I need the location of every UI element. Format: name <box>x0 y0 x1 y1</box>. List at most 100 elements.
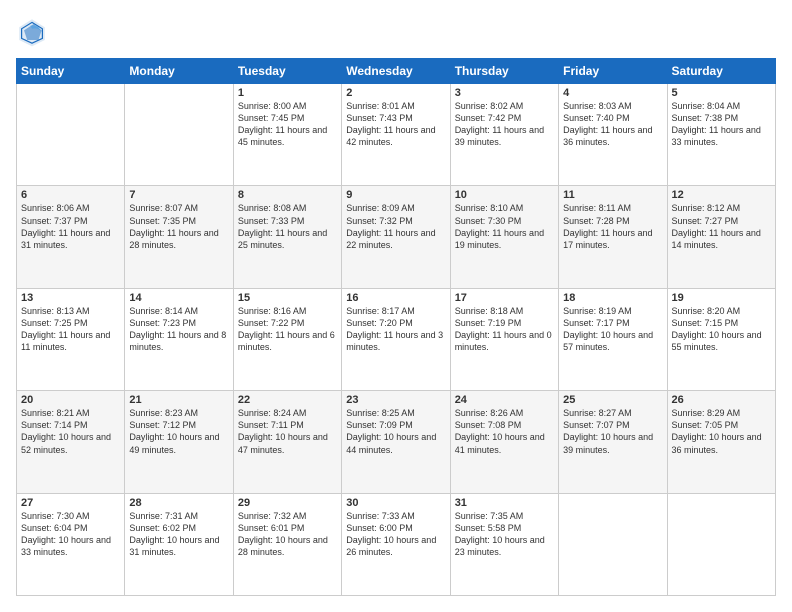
calendar-cell: 25Sunrise: 8:27 AM Sunset: 7:07 PM Dayli… <box>559 391 667 493</box>
day-number: 11 <box>563 189 662 201</box>
calendar-cell: 13Sunrise: 8:13 AM Sunset: 7:25 PM Dayli… <box>17 288 125 390</box>
day-number: 14 <box>129 292 228 304</box>
day-info: Sunrise: 8:19 AM Sunset: 7:17 PM Dayligh… <box>563 305 662 354</box>
day-info: Sunrise: 7:31 AM Sunset: 6:02 PM Dayligh… <box>129 510 228 559</box>
week-row-1: 1Sunrise: 8:00 AM Sunset: 7:45 PM Daylig… <box>17 84 776 186</box>
day-info: Sunrise: 7:33 AM Sunset: 6:00 PM Dayligh… <box>346 510 445 559</box>
calendar-cell: 10Sunrise: 8:10 AM Sunset: 7:30 PM Dayli… <box>450 186 558 288</box>
day-number: 19 <box>672 292 771 304</box>
day-number: 6 <box>21 189 120 201</box>
calendar-cell: 30Sunrise: 7:33 AM Sunset: 6:00 PM Dayli… <box>342 493 450 595</box>
day-info: Sunrise: 8:27 AM Sunset: 7:07 PM Dayligh… <box>563 407 662 456</box>
calendar-cell: 17Sunrise: 8:18 AM Sunset: 7:19 PM Dayli… <box>450 288 558 390</box>
calendar-cell: 26Sunrise: 8:29 AM Sunset: 7:05 PM Dayli… <box>667 391 775 493</box>
calendar-cell: 3Sunrise: 8:02 AM Sunset: 7:42 PM Daylig… <box>450 84 558 186</box>
calendar-cell: 9Sunrise: 8:09 AM Sunset: 7:32 PM Daylig… <box>342 186 450 288</box>
day-number: 13 <box>21 292 120 304</box>
calendar-cell: 2Sunrise: 8:01 AM Sunset: 7:43 PM Daylig… <box>342 84 450 186</box>
calendar-cell: 14Sunrise: 8:14 AM Sunset: 7:23 PM Dayli… <box>125 288 233 390</box>
calendar-cell: 5Sunrise: 8:04 AM Sunset: 7:38 PM Daylig… <box>667 84 775 186</box>
calendar-cell <box>559 493 667 595</box>
calendar-cell <box>125 84 233 186</box>
day-info: Sunrise: 8:06 AM Sunset: 7:37 PM Dayligh… <box>21 202 120 251</box>
day-number: 24 <box>455 394 554 406</box>
calendar-cell: 6Sunrise: 8:06 AM Sunset: 7:37 PM Daylig… <box>17 186 125 288</box>
calendar-cell: 12Sunrise: 8:12 AM Sunset: 7:27 PM Dayli… <box>667 186 775 288</box>
day-number: 29 <box>238 497 337 509</box>
day-info: Sunrise: 7:32 AM Sunset: 6:01 PM Dayligh… <box>238 510 337 559</box>
calendar-cell: 7Sunrise: 8:07 AM Sunset: 7:35 PM Daylig… <box>125 186 233 288</box>
day-number: 22 <box>238 394 337 406</box>
day-info: Sunrise: 8:23 AM Sunset: 7:12 PM Dayligh… <box>129 407 228 456</box>
week-row-2: 6Sunrise: 8:06 AM Sunset: 7:37 PM Daylig… <box>17 186 776 288</box>
day-info: Sunrise: 8:00 AM Sunset: 7:45 PM Dayligh… <box>238 100 337 149</box>
day-number: 2 <box>346 87 445 99</box>
header-cell-sunday: Sunday <box>17 59 125 84</box>
day-number: 27 <box>21 497 120 509</box>
day-info: Sunrise: 8:25 AM Sunset: 7:09 PM Dayligh… <box>346 407 445 456</box>
calendar-cell: 29Sunrise: 7:32 AM Sunset: 6:01 PM Dayli… <box>233 493 341 595</box>
day-info: Sunrise: 7:30 AM Sunset: 6:04 PM Dayligh… <box>21 510 120 559</box>
header-cell-wednesday: Wednesday <box>342 59 450 84</box>
day-info: Sunrise: 8:16 AM Sunset: 7:22 PM Dayligh… <box>238 305 337 354</box>
calendar-cell: 21Sunrise: 8:23 AM Sunset: 7:12 PM Dayli… <box>125 391 233 493</box>
header-cell-monday: Monday <box>125 59 233 84</box>
day-number: 1 <box>238 87 337 99</box>
calendar-cell: 4Sunrise: 8:03 AM Sunset: 7:40 PM Daylig… <box>559 84 667 186</box>
day-info: Sunrise: 8:14 AM Sunset: 7:23 PM Dayligh… <box>129 305 228 354</box>
day-info: Sunrise: 8:24 AM Sunset: 7:11 PM Dayligh… <box>238 407 337 456</box>
calendar-cell <box>667 493 775 595</box>
calendar-cell: 27Sunrise: 7:30 AM Sunset: 6:04 PM Dayli… <box>17 493 125 595</box>
header-cell-thursday: Thursday <box>450 59 558 84</box>
day-number: 16 <box>346 292 445 304</box>
day-info: Sunrise: 8:02 AM Sunset: 7:42 PM Dayligh… <box>455 100 554 149</box>
day-number: 8 <box>238 189 337 201</box>
day-info: Sunrise: 8:12 AM Sunset: 7:27 PM Dayligh… <box>672 202 771 251</box>
calendar-cell: 28Sunrise: 7:31 AM Sunset: 6:02 PM Dayli… <box>125 493 233 595</box>
calendar-cell: 20Sunrise: 8:21 AM Sunset: 7:14 PM Dayli… <box>17 391 125 493</box>
calendar-table: SundayMondayTuesdayWednesdayThursdayFrid… <box>16 58 776 596</box>
day-number: 18 <box>563 292 662 304</box>
day-info: Sunrise: 8:04 AM Sunset: 7:38 PM Dayligh… <box>672 100 771 149</box>
header-cell-friday: Friday <box>559 59 667 84</box>
day-number: 17 <box>455 292 554 304</box>
day-info: Sunrise: 8:17 AM Sunset: 7:20 PM Dayligh… <box>346 305 445 354</box>
day-info: Sunrise: 8:29 AM Sunset: 7:05 PM Dayligh… <box>672 407 771 456</box>
day-info: Sunrise: 8:08 AM Sunset: 7:33 PM Dayligh… <box>238 202 337 251</box>
day-info: Sunrise: 8:26 AM Sunset: 7:08 PM Dayligh… <box>455 407 554 456</box>
day-number: 30 <box>346 497 445 509</box>
calendar-cell: 16Sunrise: 8:17 AM Sunset: 7:20 PM Dayli… <box>342 288 450 390</box>
day-info: Sunrise: 8:10 AM Sunset: 7:30 PM Dayligh… <box>455 202 554 251</box>
day-info: Sunrise: 8:21 AM Sunset: 7:14 PM Dayligh… <box>21 407 120 456</box>
calendar-cell <box>17 84 125 186</box>
logo-icon <box>16 16 48 48</box>
logo <box>16 16 52 48</box>
day-info: Sunrise: 7:35 AM Sunset: 5:58 PM Dayligh… <box>455 510 554 559</box>
day-number: 25 <box>563 394 662 406</box>
calendar-cell: 15Sunrise: 8:16 AM Sunset: 7:22 PM Dayli… <box>233 288 341 390</box>
day-number: 31 <box>455 497 554 509</box>
day-number: 28 <box>129 497 228 509</box>
header-cell-saturday: Saturday <box>667 59 775 84</box>
week-row-4: 20Sunrise: 8:21 AM Sunset: 7:14 PM Dayli… <box>17 391 776 493</box>
week-row-3: 13Sunrise: 8:13 AM Sunset: 7:25 PM Dayli… <box>17 288 776 390</box>
day-number: 15 <box>238 292 337 304</box>
day-number: 21 <box>129 394 228 406</box>
header-row: SundayMondayTuesdayWednesdayThursdayFrid… <box>17 59 776 84</box>
day-info: Sunrise: 8:01 AM Sunset: 7:43 PM Dayligh… <box>346 100 445 149</box>
header <box>16 16 776 48</box>
day-number: 20 <box>21 394 120 406</box>
day-info: Sunrise: 8:20 AM Sunset: 7:15 PM Dayligh… <box>672 305 771 354</box>
day-info: Sunrise: 8:03 AM Sunset: 7:40 PM Dayligh… <box>563 100 662 149</box>
calendar-cell: 24Sunrise: 8:26 AM Sunset: 7:08 PM Dayli… <box>450 391 558 493</box>
day-number: 3 <box>455 87 554 99</box>
calendar-cell: 18Sunrise: 8:19 AM Sunset: 7:17 PM Dayli… <box>559 288 667 390</box>
day-number: 23 <box>346 394 445 406</box>
day-number: 10 <box>455 189 554 201</box>
day-number: 12 <box>672 189 771 201</box>
calendar-cell: 19Sunrise: 8:20 AM Sunset: 7:15 PM Dayli… <box>667 288 775 390</box>
day-number: 7 <box>129 189 228 201</box>
calendar-cell: 22Sunrise: 8:24 AM Sunset: 7:11 PM Dayli… <box>233 391 341 493</box>
page: SundayMondayTuesdayWednesdayThursdayFrid… <box>0 0 792 612</box>
header-cell-tuesday: Tuesday <box>233 59 341 84</box>
